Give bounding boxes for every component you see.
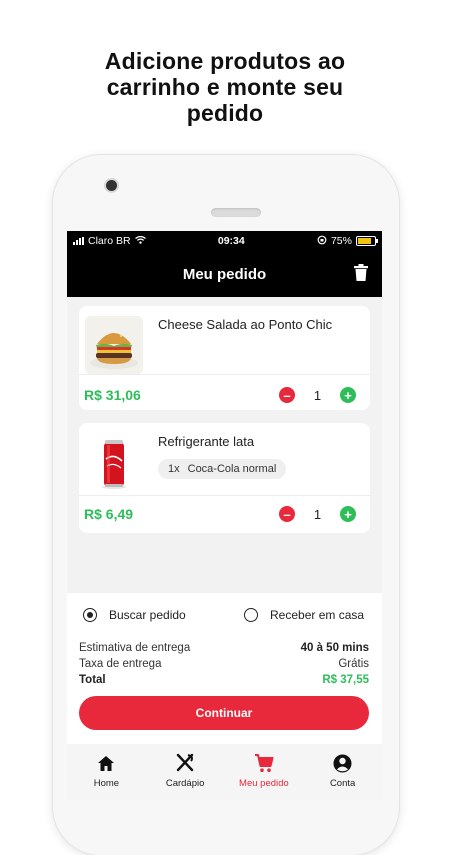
headline-line-2: carrinho e monte seu (106, 74, 344, 100)
option-name: Coca-Cola normal (187, 463, 277, 475)
orientation-lock-icon (317, 235, 327, 248)
status-bar: Claro BR 09:34 75% (67, 231, 382, 251)
burger-image (85, 316, 143, 374)
headline-line-3: pedido (186, 100, 264, 126)
status-time: 09:34 (217, 235, 245, 247)
order-summary: Buscar pedido Receber em casa Estimativa… (67, 593, 382, 744)
tab-label: Meu pedido (239, 778, 289, 789)
delivery-info: Estimativa de entrega 40 à 50 mins Taxa … (79, 640, 369, 688)
front-camera (106, 180, 117, 191)
wifi-icon (134, 235, 146, 247)
continue-button[interactable]: Continuar (79, 696, 369, 730)
divider (79, 374, 370, 375)
decrease-quantity-button[interactable]: – (279, 387, 295, 403)
total-label: Total (79, 674, 106, 686)
carrier-name: Claro BR (88, 235, 131, 247)
item-option-chip: 1x Coca-Cola normal (158, 459, 287, 479)
estimate-value: 40 à 50 mins (300, 642, 369, 654)
option-label: Buscar pedido (109, 608, 186, 622)
item-name: Cheese Salada ao Ponto Chic (158, 317, 333, 332)
increase-quantity-button[interactable]: + (340, 506, 356, 522)
soda-can-image (85, 433, 143, 491)
battery-percent: 75% (330, 235, 352, 247)
trash-icon[interactable] (354, 264, 368, 286)
headline-line-1: Adicione produtos ao (104, 48, 346, 74)
increase-quantity-button[interactable]: + (340, 387, 356, 403)
cart-icon (254, 753, 274, 773)
signal-icon (73, 237, 84, 245)
total-value: R$ 37,55 (322, 674, 369, 686)
app-header: Meu pedido (67, 251, 382, 297)
tab-my-order[interactable]: Meu pedido (225, 744, 304, 800)
tab-label: Conta (329, 778, 356, 789)
item-price: R$ 31,06 (84, 387, 141, 403)
estimate-label: Estimativa de entrega (79, 642, 191, 654)
fee-row: Taxa de entrega Grátis (79, 656, 369, 672)
decrease-quantity-button[interactable]: – (279, 506, 295, 522)
tab-home[interactable]: Home (67, 744, 146, 800)
radio-selected-icon (83, 608, 97, 622)
utensils-icon (175, 753, 195, 773)
item-name: Refrigerante lata (158, 434, 255, 449)
tab-account[interactable]: Conta (303, 744, 382, 800)
delivery-option-pickup[interactable]: Buscar pedido (83, 608, 186, 622)
item-price: R$ 6,49 (84, 506, 134, 522)
option-label: Receber em casa (270, 608, 365, 622)
divider (79, 495, 370, 496)
delivery-option-home[interactable]: Receber em casa (244, 608, 364, 622)
total-row: Total R$ 37,55 (79, 672, 369, 688)
estimate-row: Estimativa de entrega 40 à 50 mins (79, 640, 369, 656)
fee-label: Taxa de entrega (79, 658, 162, 670)
home-icon (97, 753, 115, 773)
battery-icon (355, 236, 378, 246)
promo-headline: Adicione produtos ao carrinho e monte se… (0, 48, 450, 126)
option-quantity: 1x (168, 463, 180, 475)
app-screen: Claro BR 09:34 75% Meu pedido Cheese Sal… (67, 231, 382, 800)
cart-item: Refrigerante lata 1x Coca-Cola normal R$… (79, 423, 370, 533)
user-icon (333, 753, 352, 773)
quantity-value: 1 (313, 506, 322, 522)
tab-label: Cardápio (165, 778, 205, 789)
cart-item: Cheese Salada ao Ponto Chic R$ 31,06 – 1… (79, 306, 370, 410)
fee-value: Grátis (338, 658, 369, 670)
quantity-stepper: – 1 + (279, 387, 356, 403)
earpiece-speaker (211, 208, 261, 217)
radio-unselected-icon (244, 608, 258, 622)
tab-label: Home (93, 778, 120, 789)
quantity-value: 1 (313, 387, 322, 403)
quantity-stepper: – 1 + (279, 506, 356, 522)
page-title: Meu pedido (182, 265, 267, 283)
bottom-tab-bar: Home Cardápio Meu pedido Conta (67, 744, 382, 800)
tab-menu[interactable]: Cardápio (146, 744, 225, 800)
